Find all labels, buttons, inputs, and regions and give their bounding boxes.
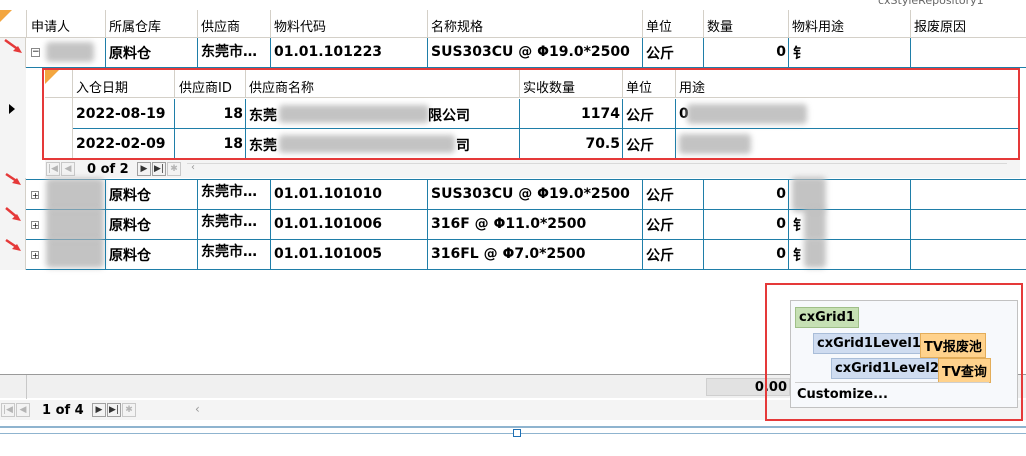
table-row[interactable]: − 原料仓 东莞市… 01.01.101223 SUS303CU @ Φ19.0… — [26, 38, 1026, 67]
redacted-usage — [804, 208, 826, 240]
cell-material-code: 01.01.101005 — [274, 246, 383, 262]
header-unit[interactable]: 单位 — [646, 16, 672, 35]
corner-indicator-icon — [0, 10, 12, 22]
prev-page-icon[interactable]: ◀ — [61, 162, 75, 176]
cell-warehouse: 原料仓 — [109, 188, 151, 204]
redacted-usage — [804, 238, 826, 268]
expand-icon[interactable]: + — [31, 221, 39, 230]
first-page-icon[interactable]: |◀ — [1, 403, 15, 417]
red-arrow-icon — [4, 38, 22, 53]
scroll-left-icon[interactable]: ‹ — [191, 162, 195, 173]
cell-unit: 公斤 — [646, 188, 674, 204]
header-applicant[interactable]: 申请人 — [31, 16, 70, 35]
redacted-usage — [792, 177, 826, 212]
detail-indicator — [0, 68, 26, 178]
scroll-left-icon[interactable]: ‹ — [195, 402, 200, 416]
cell-warehouse: 原料仓 — [109, 218, 151, 234]
cell-supplier: 东莞市… — [201, 244, 257, 260]
customizer-highlight-box — [765, 283, 1023, 421]
splitter-handle[interactable] — [513, 429, 521, 437]
cell-usage: 钅 — [793, 46, 807, 62]
cell-supplier: 东莞市… — [201, 184, 257, 200]
prev-page-icon[interactable]: ◀ — [16, 403, 30, 417]
detail-page-indicator: 0 of 2 — [87, 162, 129, 177]
expand-icon[interactable]: + — [31, 191, 39, 200]
red-arrow-icon — [5, 238, 21, 251]
table-row[interactable]: + 原料仓 东莞市… 01.01.101006 316F @ Φ11.0*250… — [26, 208, 1026, 241]
table-row[interactable]: + 原料仓 东莞市… 01.01.101010 SUS303CU @ Φ19.0… — [26, 177, 1026, 212]
last-page-icon[interactable]: ▶| — [152, 162, 166, 176]
current-row-arrow-icon — [9, 104, 15, 114]
header-scrap-reason[interactable]: 报废原因 — [914, 16, 966, 35]
header-usage[interactable]: 物料用途 — [792, 16, 844, 35]
main-grid-header: 申请人 所属仓库 供应商 物料代码 名称规格 单位 数量 物料用途 报废原因 — [0, 10, 1026, 38]
cell-unit: 公斤 — [646, 248, 674, 264]
cell-material-code: 01.01.101010 — [274, 186, 383, 202]
cell-warehouse: 原料仓 — [109, 248, 151, 264]
detail-navigator: |◀ ◀ 0 of 2 ▶ ▶| ✱ ‹ — [45, 160, 1020, 178]
splitter-line — [0, 426, 1026, 428]
cell-material-code: 01.01.101006 — [274, 216, 383, 232]
style-repository-label: cxStyleRepository1 — [878, 0, 984, 7]
cell-quantity: 0 — [776, 216, 786, 232]
red-arrow-icon — [5, 207, 21, 221]
next-page-icon[interactable]: ▶ — [92, 403, 106, 417]
detail-hscrollbar[interactable]: ‹ — [187, 162, 1007, 176]
cell-warehouse: 原料仓 — [109, 46, 151, 62]
cell-supplier: 东莞市… — [201, 214, 257, 230]
cell-unit: 公斤 — [646, 46, 674, 62]
redacted-applicant — [46, 208, 104, 241]
cell-quantity: 0 — [776, 44, 786, 60]
header-quantity[interactable]: 数量 — [707, 16, 733, 35]
cell-quantity: 0 — [776, 186, 786, 202]
header-name-spec[interactable]: 名称规格 — [431, 16, 483, 35]
redacted-applicant — [46, 178, 104, 211]
detail-highlight-box — [42, 68, 1020, 160]
cell-name-spec: 316FL @ Φ7.0*2500 — [431, 246, 586, 262]
expand-icon[interactable]: + — [31, 251, 39, 260]
cell-quantity: 0 — [776, 246, 786, 262]
redacted-applicant — [46, 238, 104, 268]
redacted-applicant — [46, 42, 94, 62]
cell-supplier: 东莞市… — [201, 44, 257, 60]
last-page-icon[interactable]: ▶| — [107, 403, 121, 417]
next-page-icon[interactable]: ▶ — [137, 162, 151, 176]
cell-name-spec: SUS303CU @ Φ19.0*2500 — [431, 44, 630, 60]
collapse-icon[interactable]: − — [31, 48, 40, 57]
table-row[interactable]: + 原料仓 东莞市… 01.01.101005 316FL @ Φ7.0*250… — [26, 238, 1026, 269]
append-record-icon[interactable]: ✱ — [122, 403, 136, 417]
first-page-icon[interactable]: |◀ — [46, 162, 60, 176]
header-warehouse[interactable]: 所属仓库 — [109, 16, 161, 35]
append-record-icon[interactable]: ✱ — [167, 162, 181, 176]
cell-name-spec: SUS303CU @ Φ19.0*2500 — [431, 186, 630, 202]
main-page-indicator: 1 of 4 — [42, 403, 84, 418]
cell-name-spec: 316F @ Φ11.0*2500 — [431, 216, 587, 232]
cell-unit: 公斤 — [646, 218, 674, 234]
header-material-code[interactable]: 物料代码 — [274, 16, 326, 35]
cell-material-code: 01.01.101223 — [274, 44, 383, 60]
header-supplier[interactable]: 供应商 — [201, 16, 240, 35]
red-arrow-icon — [5, 172, 21, 185]
